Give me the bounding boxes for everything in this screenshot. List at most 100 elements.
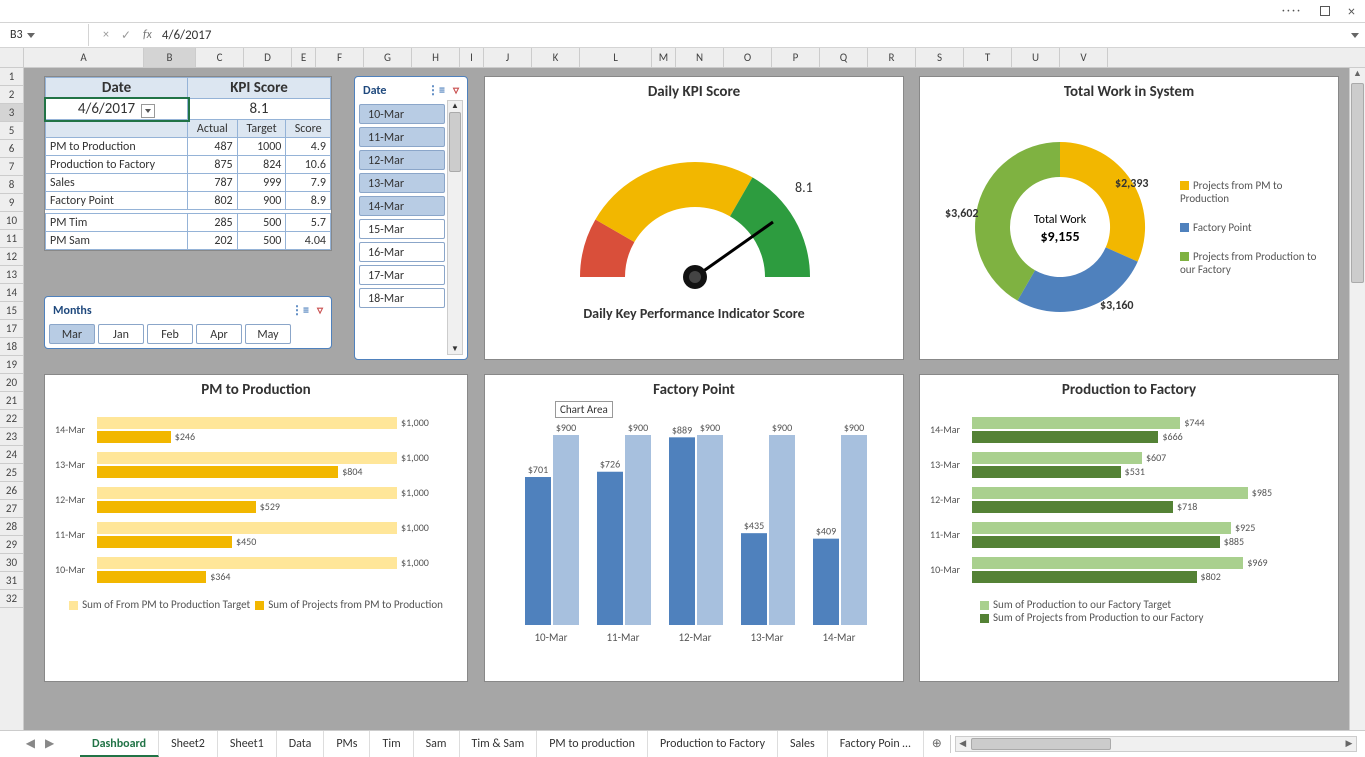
slicer-item[interactable]: Mar <box>49 324 95 344</box>
row-23[interactable]: 23 <box>0 428 23 446</box>
clear-filter-icon[interactable]: ▿ <box>453 83 459 98</box>
slicer-item[interactable]: Feb <box>147 324 193 344</box>
row-12[interactable]: 12 <box>0 248 23 266</box>
name-box[interactable]: B3 <box>6 25 78 45</box>
multiselect-icon[interactable]: ⋮≡ <box>291 303 309 318</box>
col-M[interactable]: M <box>652 48 676 67</box>
col-E[interactable]: E <box>292 48 316 67</box>
formula-input[interactable]: 4/6/2017 <box>162 28 1341 43</box>
table-row-label[interactable]: Sales <box>46 174 188 192</box>
score-cell[interactable]: 8.1 <box>188 99 331 120</box>
sheet-tab[interactable]: Data <box>277 731 325 757</box>
row-10[interactable]: 10 <box>0 212 23 230</box>
slicer-item[interactable]: Jan <box>98 324 144 344</box>
slicer-item[interactable]: May <box>245 324 291 344</box>
row-26[interactable]: 26 <box>0 482 23 500</box>
row-22[interactable]: 22 <box>0 410 23 428</box>
slicer-item[interactable]: 14-Mar <box>359 196 445 216</box>
slicer-item[interactable]: 12-Mar <box>359 150 445 170</box>
col-H[interactable]: H <box>412 48 460 67</box>
table-row-label[interactable]: PM Sam <box>46 232 188 250</box>
col-B[interactable]: B <box>144 48 196 67</box>
sheet-tab[interactable]: Tim & Sam <box>460 731 538 757</box>
col-I[interactable]: I <box>460 48 484 67</box>
date-cell[interactable]: 4/6/2017 <box>46 99 188 120</box>
row-8[interactable]: 8 <box>0 176 23 194</box>
row-9[interactable]: 9 <box>0 194 23 212</box>
slicer-item[interactable]: 11-Mar <box>359 127 445 147</box>
col-R[interactable]: R <box>868 48 916 67</box>
slicer-item[interactable]: 15-Mar <box>359 219 445 239</box>
row-11[interactable]: 11 <box>0 230 23 248</box>
horizontal-scrollbar[interactable]: ◀ ▶ <box>955 736 1357 752</box>
col-Q[interactable]: Q <box>820 48 868 67</box>
col-N[interactable]: N <box>676 48 724 67</box>
sheet-tab[interactable]: Production to Factory <box>648 731 778 757</box>
col-O[interactable]: O <box>724 48 772 67</box>
row-17[interactable]: 17 <box>0 320 23 338</box>
multiselect-icon[interactable]: ⋮≡ <box>427 83 445 98</box>
col-K[interactable]: K <box>532 48 580 67</box>
row-13[interactable]: 13 <box>0 266 23 284</box>
donut-card[interactable]: Total Work in System Total Work $9,155 $… <box>919 76 1339 360</box>
factory-point-chart[interactable]: Chart Area Factory Point $701$90010-Mar$… <box>484 374 904 682</box>
sheet-tab[interactable]: PMs <box>324 731 370 757</box>
slicer-item[interactable]: 10-Mar <box>359 104 445 124</box>
slicer-item[interactable]: Apr <box>196 324 242 344</box>
fx-icon[interactable]: fx <box>143 28 152 42</box>
row-28[interactable]: 28 <box>0 518 23 536</box>
row-32[interactable]: 32 <box>0 590 23 608</box>
row-31[interactable]: 31 <box>0 572 23 590</box>
row-7[interactable]: 7 <box>0 158 23 176</box>
row-3[interactable]: 3 <box>0 104 23 122</box>
row-19[interactable]: 19 <box>0 356 23 374</box>
sheet-tab[interactable]: Dashboard <box>80 731 159 757</box>
ribbon-overflow-icon[interactable]: ···· <box>1282 4 1302 18</box>
worksheet-canvas[interactable]: Date KPI Score 4/6/2017 8.1 ActualTarget… <box>24 68 1365 730</box>
sheet-tab[interactable]: Sam <box>414 731 460 757</box>
table-row-label[interactable]: PM Tim <box>46 214 188 232</box>
row-27[interactable]: 27 <box>0 500 23 518</box>
formula-expand-icon[interactable] <box>1351 33 1359 38</box>
row-18[interactable]: 18 <box>0 338 23 356</box>
row-20[interactable]: 20 <box>0 374 23 392</box>
ribbon-display-icon[interactable] <box>1320 6 1330 16</box>
slicer-item[interactable]: 18-Mar <box>359 288 445 308</box>
select-all-cell[interactable] <box>0 48 24 67</box>
col-S[interactable]: S <box>916 48 964 67</box>
pm-to-production-chart[interactable]: PM to Production 14-Mar$1,000$24613-Mar$… <box>44 374 468 682</box>
slicer-item[interactable]: 17-Mar <box>359 265 445 285</box>
col-P[interactable]: P <box>772 48 820 67</box>
row-15[interactable]: 15 <box>0 302 23 320</box>
table-row-label[interactable]: Factory Point <box>46 192 188 210</box>
col-G[interactable]: G <box>364 48 412 67</box>
vertical-scrollbar[interactable]: ▲ <box>1349 68 1365 730</box>
gauge-card[interactable]: Daily KPI Score 8.1 Daily Key Performanc… <box>484 76 904 360</box>
row-6[interactable]: 6 <box>0 140 23 158</box>
close-icon[interactable]: × <box>1348 3 1355 20</box>
new-sheet-button[interactable]: ⊕ <box>924 736 950 751</box>
col-J[interactable]: J <box>484 48 532 67</box>
col-T[interactable]: T <box>964 48 1012 67</box>
chevron-down-icon[interactable] <box>141 104 155 118</box>
tab-nav[interactable]: ◀▶ <box>0 736 80 751</box>
table-row-label[interactable]: Production to Factory <box>46 156 188 174</box>
sheet-tab[interactable]: Tim <box>370 731 413 757</box>
clear-filter-icon[interactable]: ▿ <box>317 303 323 318</box>
col-D[interactable]: D <box>244 48 292 67</box>
col-F[interactable]: F <box>316 48 364 67</box>
row-14[interactable]: 14 <box>0 284 23 302</box>
row-1[interactable]: 1 <box>0 68 23 86</box>
row-24[interactable]: 24 <box>0 446 23 464</box>
sheet-tab[interactable]: Factory Poin … <box>828 731 924 757</box>
col-U[interactable]: U <box>1012 48 1060 67</box>
row-5[interactable]: 5 <box>0 122 23 140</box>
row-29[interactable]: 29 <box>0 536 23 554</box>
col-L[interactable]: L <box>580 48 652 67</box>
sheet-tab[interactable]: Sheet2 <box>159 731 218 757</box>
slicer-item[interactable]: 13-Mar <box>359 173 445 193</box>
production-to-factory-chart[interactable]: Production to Factory 14-Mar$744$66613-M… <box>919 374 1339 682</box>
table-row-label[interactable]: PM to Production <box>46 138 188 156</box>
sheet-tab[interactable]: Sales <box>778 731 828 757</box>
cancel-icon[interactable]: × <box>99 28 113 42</box>
